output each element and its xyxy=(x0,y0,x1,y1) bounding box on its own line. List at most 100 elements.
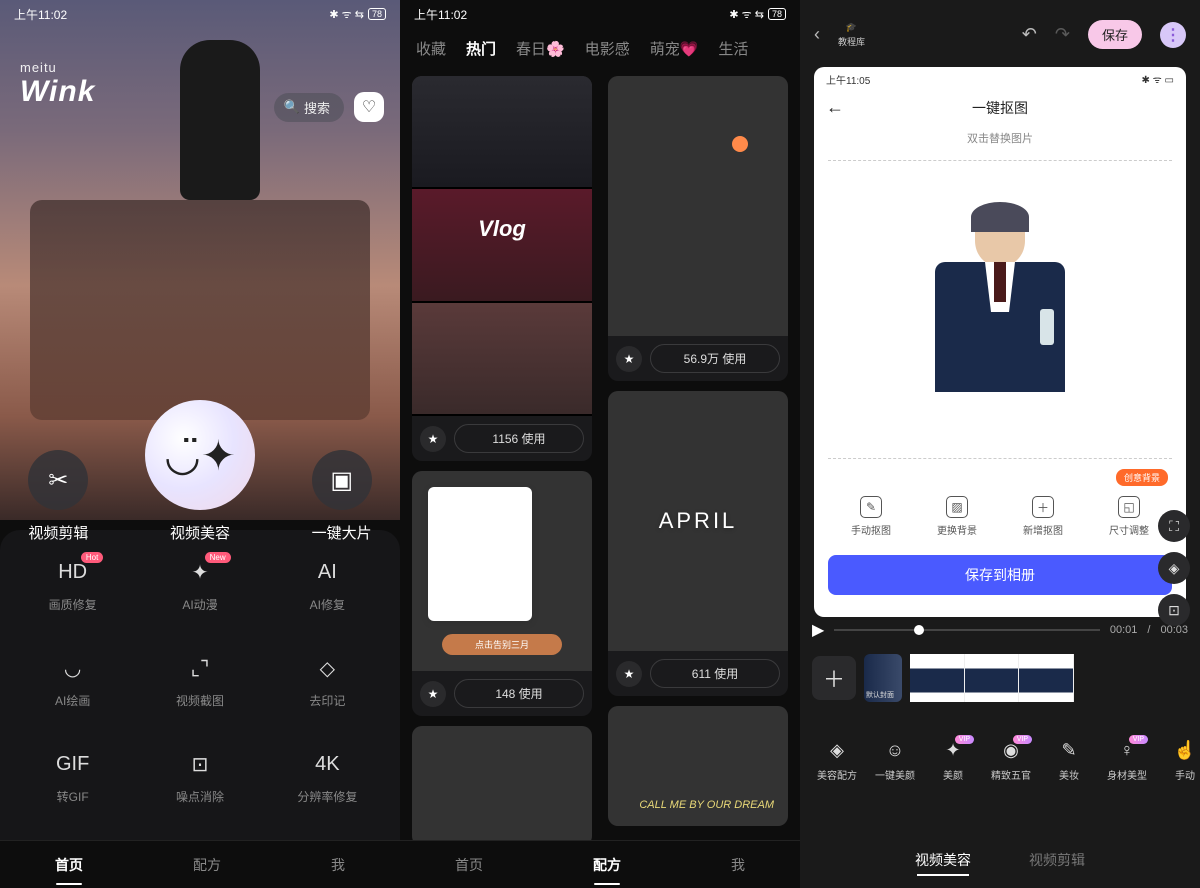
tool-denoise[interactable]: ⊡噪点消除 xyxy=(139,748,260,838)
hand-icon: ☝ xyxy=(1173,738,1197,762)
brand-wink: Wink xyxy=(20,75,95,109)
tool-ai-anime[interactable]: New✦AI动漫 xyxy=(139,556,260,646)
video-edit-button[interactable]: ✂ 视频剪辑 xyxy=(28,450,88,543)
tool-quality-repair[interactable]: HotHD画质修复 xyxy=(12,556,133,646)
noise-icon: ⊡ xyxy=(184,748,216,780)
manual-cutout-button[interactable]: ✎手动抠图 xyxy=(851,496,891,537)
mode-beauty[interactable]: 视频美容 xyxy=(911,844,975,876)
save-button[interactable]: 保存 xyxy=(1088,20,1142,49)
bottle-prop xyxy=(1040,309,1054,345)
one-click-movie-button[interactable]: ▣ 一键大片 xyxy=(312,450,372,543)
cutout-hint: 双击替换图片 xyxy=(814,124,1186,152)
layers-button[interactable]: ◈ xyxy=(1158,552,1190,584)
graduation-cap-icon: 🎓 xyxy=(846,22,857,33)
cutout-panel: 上午11:05 ✱ ᯤ ▭ ← 一键抠图 双击替换图片 创意背景 ✎手动抠图 ▨… xyxy=(814,67,1186,617)
use-count[interactable]: 611 使用 xyxy=(650,659,780,688)
template-grid[interactable]: Vlog ★ 1156 使用 点击告别三月 ★ 148 使用 ★ 56.9万 使用 xyxy=(412,76,788,840)
tutorial-library-button[interactable]: 🎓 教程库 xyxy=(838,22,865,48)
tab-me[interactable]: 我 xyxy=(323,851,353,879)
capture-icon: ⌞⌝ xyxy=(184,652,216,684)
cutout-canvas[interactable] xyxy=(828,160,1172,460)
vlog-overlay-text: Vlog xyxy=(478,216,526,242)
favorite-button[interactable]: ★ xyxy=(420,426,446,452)
tool-screenshot[interactable]: ⌞⌝视频截图 xyxy=(139,652,260,742)
one-click-beauty[interactable]: ☺一键美颜 xyxy=(868,738,922,782)
cat-spring[interactable]: 春日🌸 xyxy=(516,38,565,59)
beauty-face[interactable]: VIP✦美颜 xyxy=(926,738,980,782)
ai-icon: AI xyxy=(311,556,343,588)
brand-logo: meitu Wink xyxy=(20,60,95,109)
cat-pet[interactable]: 萌宠💗 xyxy=(650,38,699,59)
cat-cinematic[interactable]: 电影感 xyxy=(585,38,630,59)
tool-ai-paint[interactable]: ◡AI绘画 xyxy=(12,652,133,742)
back-button[interactable]: ‹ xyxy=(814,24,820,45)
favorites-button[interactable]: ♡ xyxy=(354,92,384,122)
use-count[interactable]: 56.9万 使用 xyxy=(650,344,780,373)
gif-icon: GIF xyxy=(57,748,89,780)
beauty-recipe[interactable]: ◈美容配方 xyxy=(810,738,864,782)
cover-clip[interactable]: 默认封面 xyxy=(864,654,902,702)
robot-icon: ◡ xyxy=(57,652,89,684)
redo-button[interactable]: ↷ xyxy=(1055,24,1070,45)
search-input[interactable]: 🔍 搜索 xyxy=(274,93,344,122)
add-clip-button[interactable]: ＋ xyxy=(812,656,856,700)
cat-life[interactable]: 生活 xyxy=(718,38,748,59)
category-tabs: 收藏 热门 春日🌸 电影感 萌宠💗 生活 xyxy=(400,28,800,69)
heart-icon: ♡ xyxy=(362,97,376,117)
template-card-sky1[interactable] xyxy=(412,726,592,840)
tab-home[interactable]: 首页 xyxy=(47,851,91,879)
tab-recipe[interactable]: 配方 xyxy=(185,851,229,879)
beauty-tool-row: ◈美容配方 ☺一键美颜 VIP✦美颜 VIP◉精致五官 ✎美妆 VIP♀身材美型… xyxy=(800,730,1200,790)
play-square-icon: ▣ xyxy=(330,466,353,495)
editor-mode-tabs: 视频美容 视频剪辑 xyxy=(800,844,1200,876)
add-cutout-button[interactable]: ＋新增抠图 xyxy=(1023,496,1063,537)
video-clip[interactable] xyxy=(910,654,1074,702)
resize-button[interactable]: ◱尺寸调整 xyxy=(1109,496,1149,537)
template-thumb: CALL ME BY OUR DREAM xyxy=(608,706,788,826)
status-icons: ✱ ᯤ ▭ xyxy=(1141,72,1174,86)
hero-illustration xyxy=(180,40,260,200)
template-card-april[interactable]: APRIL ★ 611 使用 xyxy=(608,391,788,696)
video-beauty-button[interactable]: ◡̈✦ 视频美容 xyxy=(145,400,255,543)
template-thumb: Vlog xyxy=(412,76,592,416)
cat-favorites[interactable]: 收藏 xyxy=(416,38,446,59)
save-to-album-button[interactable]: 保存到相册 xyxy=(828,555,1172,595)
more-button[interactable]: ⋮ xyxy=(1160,22,1186,48)
template-thumb: 点击告别三月 xyxy=(412,471,592,671)
tool-remove-watermark[interactable]: ◇去印记 xyxy=(267,652,388,742)
mode-edit[interactable]: 视频剪辑 xyxy=(1025,844,1089,876)
cat-hot[interactable]: 热门 xyxy=(466,38,496,59)
template-card-diary[interactable]: 点击告别三月 ★ 148 使用 xyxy=(412,471,592,716)
manual-adjust[interactable]: ☝手动 xyxy=(1158,738,1200,782)
use-count[interactable]: 1156 使用 xyxy=(454,424,584,453)
tab-me[interactable]: 我 xyxy=(723,851,753,879)
timeline-clips: ＋ 默认封面 xyxy=(812,654,1188,702)
progress-track[interactable] xyxy=(834,629,1100,631)
tool-resolution[interactable]: 4K分辨率修复 xyxy=(267,748,388,838)
manual-icon: ✎ xyxy=(860,496,882,518)
tab-home[interactable]: 首页 xyxy=(447,851,491,879)
body-shape[interactable]: VIP♀身材美型 xyxy=(1100,738,1154,782)
favorite-button[interactable]: ★ xyxy=(616,661,642,687)
fullscreen-button[interactable]: ⛶ xyxy=(1158,510,1190,542)
play-button[interactable]: ▶ xyxy=(812,620,824,640)
template-card-girl[interactable]: ★ 56.9万 使用 xyxy=(608,76,788,381)
favorite-button[interactable]: ★ xyxy=(616,346,642,372)
creative-bg-pill[interactable]: 创意背景 xyxy=(1116,469,1168,486)
undo-button[interactable]: ↶ xyxy=(1022,24,1037,45)
tool-gif[interactable]: GIF转GIF xyxy=(12,748,133,838)
facial-features[interactable]: VIP◉精致五官 xyxy=(984,738,1038,782)
inner-status-bar: 上午11:05 ✱ ᯤ ▭ xyxy=(814,67,1186,91)
use-count[interactable]: 148 使用 xyxy=(454,679,584,708)
makeup[interactable]: ✎美妆 xyxy=(1042,738,1096,782)
change-bg-button[interactable]: ▨更换背景 xyxy=(937,496,977,537)
template-thumb: APRIL xyxy=(608,391,788,651)
status-icons: ✱ ᯤ ⇆ 78 xyxy=(729,7,786,22)
template-thumb xyxy=(608,76,788,336)
playback-row: ▶ 00:01/00:03 xyxy=(812,620,1188,640)
tab-recipe[interactable]: 配方 xyxy=(585,851,629,879)
tool-ai-repair[interactable]: AIAI修复 xyxy=(267,556,388,646)
favorite-button[interactable]: ★ xyxy=(420,681,446,707)
template-card-callme[interactable]: CALL ME BY OUR DREAM xyxy=(608,706,788,826)
template-card-vlog[interactable]: Vlog ★ 1156 使用 xyxy=(412,76,592,461)
